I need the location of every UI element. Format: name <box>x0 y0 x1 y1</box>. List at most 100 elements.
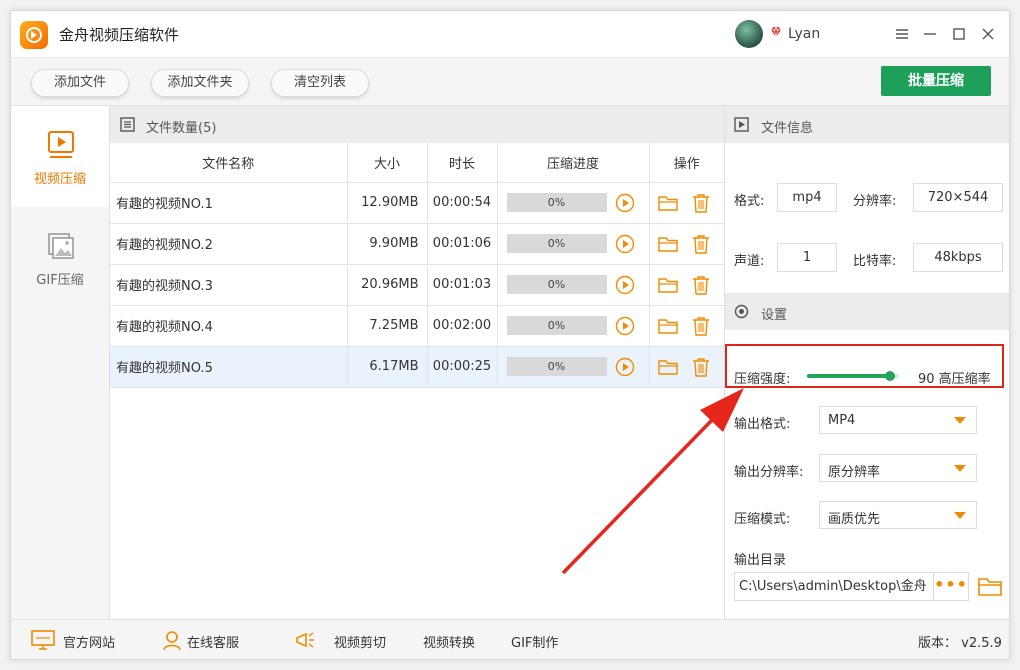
folder-icon[interactable] <box>657 274 679 296</box>
menu-icon[interactable] <box>891 23 913 45</box>
file-duration-cell: 00:01:06 <box>427 223 498 265</box>
column-header-duration: 时长 <box>427 143 498 183</box>
maximize-icon[interactable] <box>948 23 970 45</box>
minimize-icon[interactable] <box>919 23 941 45</box>
file-count: 文件数量(5) <box>146 121 217 136</box>
clear-list-button[interactable]: 清空列表 <box>271 69 369 97</box>
add-folder-button[interactable]: 添加文件夹 <box>151 69 249 97</box>
footer: 官方网站 在线客服 视频剪切 视频转换 GIF制作 版本： v2.5.9 <box>11 619 1009 659</box>
column-header-actions: 操作 <box>649 143 724 183</box>
gif-make-link[interactable]: GIF制作 <box>511 620 571 659</box>
title-bar: 金舟视频压缩软件 Lyan <box>11 11 1009 57</box>
folder-icon[interactable] <box>657 192 679 214</box>
actions-cell <box>649 346 724 388</box>
progress-bar: 0% <box>506 193 607 212</box>
batch-compress-button[interactable]: 批量压缩 <box>881 66 991 96</box>
table-row[interactable]: 有趣的视频NO.3 20.96MB 00:01:03 0% <box>110 264 724 306</box>
play-icon[interactable] <box>615 316 635 336</box>
file-size-cell: 9.90MB <box>347 223 428 265</box>
table-row[interactable]: 有趣的视频NO.5 6.17MB 00:00:25 0% <box>110 346 724 388</box>
trash-icon[interactable] <box>690 233 712 255</box>
file-name-cell: 有趣的视频NO.5 <box>110 346 348 388</box>
file-size-cell: 20.96MB <box>347 264 428 306</box>
browse-more-button[interactable]: ••• <box>934 572 969 601</box>
progress-cell: 0% <box>497 223 650 265</box>
trash-icon[interactable] <box>690 356 712 378</box>
file-list-header: 文件数量(5) <box>110 106 724 143</box>
progress-bar: 0% <box>506 275 607 294</box>
monitor-icon <box>31 630 55 650</box>
channel-value: 1 <box>777 243 837 272</box>
progress-bar: 0% <box>506 357 607 376</box>
output-format-value: MP4 <box>828 413 856 428</box>
chevron-down-icon <box>954 465 966 472</box>
video-cut-link[interactable]: 视频剪切 <box>294 620 389 659</box>
output-dir-label: 输出目录 <box>734 553 787 568</box>
compress-mode-value: 画质优先 <box>828 512 881 527</box>
video-compress-icon <box>48 131 74 158</box>
settings-icon <box>734 304 749 319</box>
customer-service-icon <box>163 631 181 651</box>
compress-mode-select[interactable]: 画质优先 <box>819 501 977 529</box>
file-duration-cell: 00:01:03 <box>427 264 498 306</box>
file-size-cell: 12.90MB <box>347 182 428 224</box>
app-window: 金舟视频压缩软件 Lyan 添加文件 添加文件夹 清空列表 批量压缩 视频压缩 … <box>10 10 1010 660</box>
table-row[interactable]: 有趣的视频NO.2 9.90MB 00:01:06 0% <box>110 223 724 265</box>
file-info-title: 文件信息 <box>761 121 814 136</box>
play-icon[interactable] <box>615 234 635 254</box>
megaphone-icon <box>296 632 314 648</box>
trash-icon[interactable] <box>690 315 712 337</box>
column-header-size: 大小 <box>347 143 428 183</box>
sidebar-item-video-compress[interactable]: 视频压缩 <box>11 106 109 207</box>
output-dir-input[interactable]: C:\Users\admin\Desktop\金舟 <box>734 572 934 601</box>
file-name-cell: 有趣的视频NO.1 <box>110 182 348 224</box>
folder-icon[interactable] <box>657 315 679 337</box>
table-row[interactable]: 有趣的视频NO.1 12.90MB 00:00:54 0% <box>110 182 724 224</box>
right-panel: 文件信息 格式: mp4 分辨率: 720×544 声道: 1 比特率: 48k… <box>724 106 1009 619</box>
username[interactable]: Lyan <box>788 26 820 42</box>
file-list-panel: 文件数量(5) 文件名称 大小 时长 压缩进度 操作 有趣的视频NO.1 12.9… <box>110 106 724 619</box>
output-resolution-label: 输出分辨率: <box>734 465 804 480</box>
actions-cell <box>649 182 724 224</box>
toolbar: 添加文件 添加文件夹 清空列表 批量压缩 <box>11 57 1009 106</box>
output-format-select[interactable]: MP4 <box>819 406 977 434</box>
resolution-label: 分辨率: <box>853 194 897 209</box>
app-title: 金舟视频压缩软件 <box>59 26 180 44</box>
file-size-cell: 6.17MB <box>347 346 428 388</box>
play-icon[interactable] <box>615 357 635 377</box>
table-row[interactable]: 有趣的视频NO.4 7.25MB 00:02:00 0% <box>110 305 724 347</box>
add-file-button[interactable]: 添加文件 <box>31 69 129 97</box>
play-icon[interactable] <box>615 275 635 295</box>
footer-link-label: 官方网站 <box>63 636 116 651</box>
open-folder-icon[interactable] <box>977 574 1003 598</box>
folder-icon[interactable] <box>657 356 679 378</box>
trash-icon[interactable] <box>690 274 712 296</box>
folder-icon[interactable] <box>657 233 679 255</box>
app-logo-icon <box>20 21 48 49</box>
close-icon[interactable] <box>977 23 999 45</box>
bitrate-label: 比特率: <box>853 254 897 269</box>
chevron-down-icon <box>954 512 966 519</box>
trash-icon[interactable] <box>690 192 712 214</box>
actions-cell <box>649 223 724 265</box>
footer-link-label: 视频转换 <box>423 636 476 651</box>
file-size-cell: 7.25MB <box>347 305 428 347</box>
chevron-down-icon <box>954 417 966 424</box>
official-site-link[interactable]: 官方网站 <box>31 620 131 659</box>
footer-link-label: 在线客服 <box>187 636 240 651</box>
progress-bar: 0% <box>506 316 607 335</box>
sidebar: 视频压缩 GIF压缩 <box>11 106 110 619</box>
play-icon[interactable] <box>615 193 635 213</box>
video-convert-link[interactable]: 视频转换 <box>423 620 483 659</box>
version-label: 版本： v2.5.9 <box>918 636 1002 651</box>
output-resolution-value: 原分辨率 <box>828 465 881 480</box>
sidebar-item-label: GIF压缩 <box>36 273 84 288</box>
output-resolution-select[interactable]: 原分辨率 <box>819 454 977 482</box>
vip-diamond-icon <box>771 26 781 38</box>
file-name-cell: 有趣的视频NO.2 <box>110 223 348 265</box>
sidebar-item-gif-compress[interactable]: GIF压缩 <box>11 207 109 308</box>
file-duration-cell: 00:02:00 <box>427 305 498 347</box>
online-service-link[interactable]: 在线客服 <box>161 620 261 659</box>
avatar[interactable] <box>735 20 763 48</box>
footer-link-label: 视频剪切 <box>334 636 387 651</box>
